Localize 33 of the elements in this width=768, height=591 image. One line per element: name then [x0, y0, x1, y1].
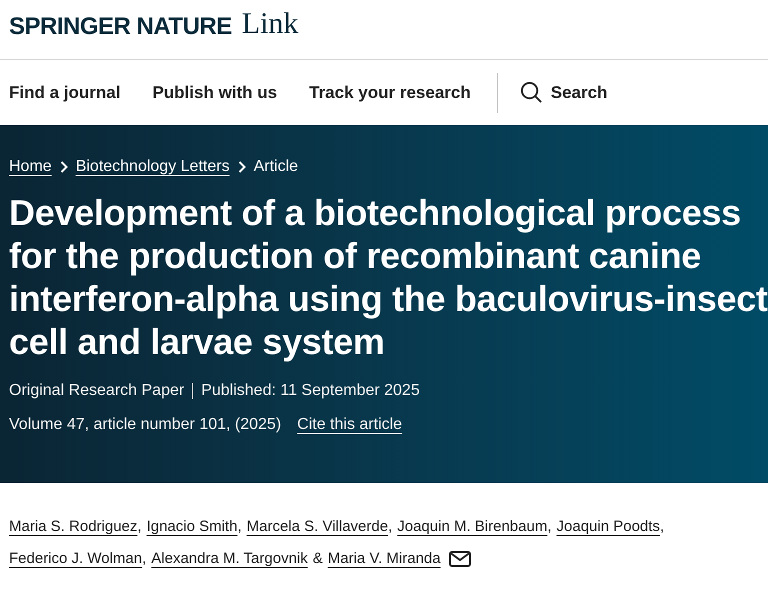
author-separator: , [547, 517, 552, 537]
author-link[interactable]: Federico J. Wolman [9, 543, 142, 575]
nav-link[interactable]: Track your research [309, 80, 471, 106]
cite-link[interactable]: Cite this article [297, 413, 402, 437]
search-icon [520, 81, 543, 104]
mail-icon[interactable] [448, 551, 471, 567]
chevron-icon [60, 161, 68, 173]
author-link[interactable]: Joaquin Poodts [556, 511, 660, 543]
nav-link[interactable]: Publish with us [152, 80, 278, 106]
chevron-icon [238, 161, 246, 173]
publication-date: Published: 11 September 2025 [201, 381, 420, 401]
nav-link[interactable]: Find a journal [9, 80, 120, 106]
author-link[interactable]: Maria V. Miranda [328, 543, 441, 575]
author-separator: & [312, 549, 323, 569]
author-link[interactable]: Marcela S. Villaverde [246, 511, 388, 543]
breadcrumb-link[interactable]: Biotechnology Letters [76, 155, 230, 179]
author-separator: , [237, 517, 242, 537]
author-separator: , [142, 549, 146, 569]
author-separator: , [388, 517, 392, 537]
breadcrumb-link[interactable]: Home [9, 155, 52, 179]
breadcrumb-current: Article [254, 157, 298, 177]
author-link[interactable]: Alexandra M. Targovnik [151, 543, 308, 575]
author-link[interactable]: Maria S. Rodriguez [9, 511, 138, 543]
article-type: Original Research Paper [9, 381, 184, 401]
article-title: Development of a biotechnological process for the production of recombinant canine interferon-alpha using the baculovirus-insect cell and larvae system [9, 191, 768, 363]
author-link[interactable]: Ignacio Smith [146, 511, 238, 543]
author-link[interactable]: Joaquin M. Birenbaum [397, 511, 548, 543]
author-separator: , [660, 517, 664, 537]
author-separator: , [137, 517, 142, 537]
logo-product[interactable]: Link [242, 9, 298, 39]
search-link[interactable]: Search [520, 80, 608, 106]
citation-text: Volume 47, article number 101, (2025) [9, 415, 282, 435]
logo-wordmark[interactable]: SPRINGER NATURE [9, 15, 232, 39]
